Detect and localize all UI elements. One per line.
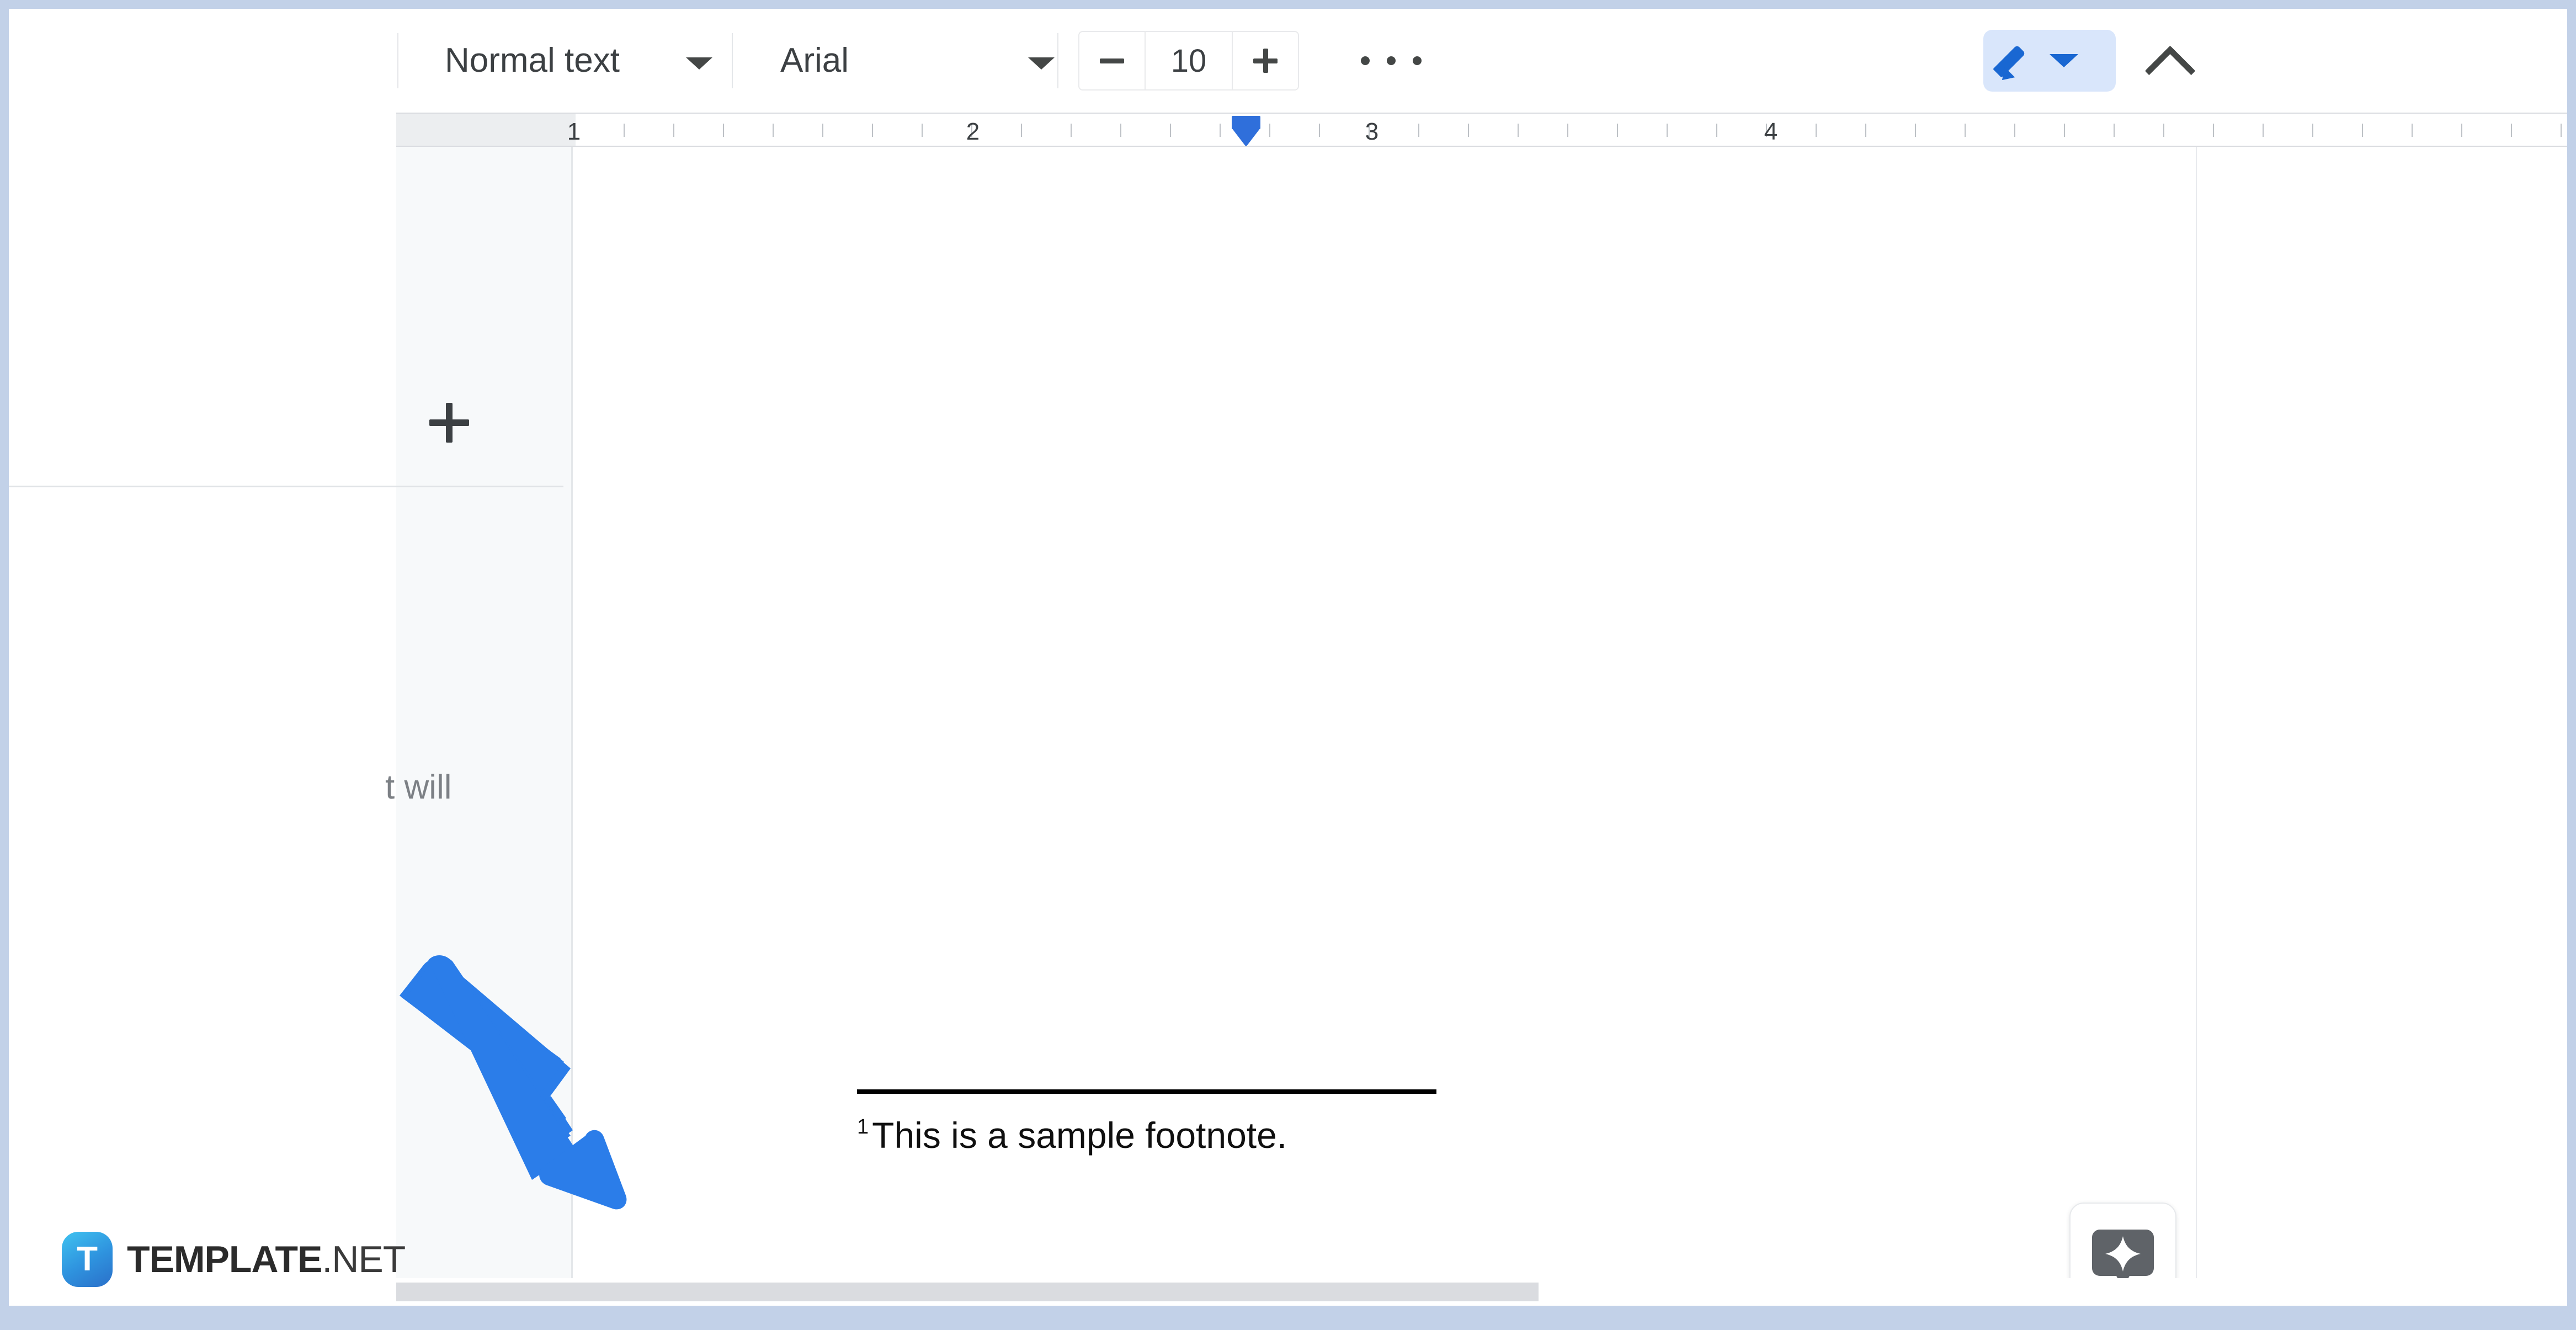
ruler-tick <box>673 124 674 137</box>
indent-marker-triangle <box>1232 128 1260 147</box>
font-size-stepper[interactable]: 10 <box>1078 31 1299 91</box>
ruler-tick <box>1170 124 1171 137</box>
footnote-body: This is a sample footnote. <box>872 1115 1287 1156</box>
horizontal-scrollbar[interactable] <box>396 1278 2567 1306</box>
chevron-down-icon[interactable] <box>686 57 712 70</box>
ruler-tick <box>773 124 774 137</box>
ruler-tick <box>1716 124 1717 137</box>
ruler-number: 3 <box>1365 118 1379 146</box>
outline-snippet-text: t will <box>385 768 452 807</box>
ruler-tick <box>922 124 923 137</box>
watermark-brand-tld: .NET <box>322 1238 405 1281</box>
toolbar-divider <box>397 33 398 88</box>
indent-marker-icon[interactable] <box>1227 114 1265 147</box>
ruler-tick <box>2511 124 2512 137</box>
toolbar-divider <box>732 33 733 88</box>
ruler-tick <box>2114 124 2115 137</box>
document-outline-panel: t will <box>396 147 573 1280</box>
ruler-tick <box>1567 124 1568 137</box>
footnote-text[interactable]: 1This is a sample footnote. <box>857 1114 1287 1156</box>
chevron-up-icon[interactable] <box>2144 43 2197 77</box>
watermark-letter: T <box>77 1242 98 1276</box>
template-net-watermark: T TEMPLATE .NET <box>62 1230 405 1289</box>
ruler-tick <box>2213 124 2214 137</box>
ruler-tick <box>723 124 724 137</box>
decrease-font-size-button[interactable] <box>1079 32 1145 89</box>
ruler-number: 1 <box>567 118 581 146</box>
ruler-tick <box>2014 124 2015 137</box>
edit-mode-button[interactable] <box>1983 30 2116 92</box>
ruler-tick <box>1667 124 1668 137</box>
ruler-tick <box>1915 124 1916 137</box>
plus-bar-vertical <box>446 403 453 443</box>
ruler-tick <box>1617 124 1618 137</box>
ruler-tick <box>872 124 873 137</box>
ruler-tick <box>2312 124 2313 137</box>
ruler-tick <box>2362 124 2363 137</box>
paragraph-style-select[interactable]: Normal text <box>445 41 620 80</box>
ruler-tick <box>1021 124 1022 137</box>
outline-divider <box>9 486 563 487</box>
ruler-tick <box>1468 124 1469 137</box>
toolbar: Normal text Arial 10 <box>9 9 2567 113</box>
toolbar-divider <box>1057 33 1058 88</box>
ruler-tick <box>1071 124 1072 137</box>
increase-font-size-button[interactable] <box>1233 32 1298 89</box>
ruler-tick <box>2561 124 2562 137</box>
horizontal-scrollbar-thumb[interactable] <box>396 1283 1539 1301</box>
ruler-tick <box>1816 124 1817 137</box>
ruler-tick <box>1269 124 1270 137</box>
template-net-logo-icon: T <box>62 1232 113 1287</box>
dot <box>1413 56 1422 65</box>
document-page[interactable]: 1This is a sample footnote. <box>574 147 2197 1280</box>
ruler-content-area <box>576 114 2567 146</box>
footnote-separator <box>857 1089 1436 1094</box>
pencil-icon <box>1983 30 2050 92</box>
ruler-tick <box>2163 124 2164 137</box>
font-family-select[interactable]: Arial <box>780 41 849 80</box>
ruler[interactable]: 1 2 3 4 <box>396 113 2567 147</box>
minus-icon <box>1100 58 1124 63</box>
watermark-brand-name: TEMPLATE <box>127 1238 322 1281</box>
font-size-input[interactable]: 10 <box>1145 32 1233 89</box>
font-size-value: 10 <box>1171 42 1207 79</box>
vertical-scrollbar[interactable] <box>2518 147 2543 1306</box>
ruler-tick <box>2064 124 2065 137</box>
indent-marker-bar <box>1232 116 1260 129</box>
ruler-tick <box>1120 124 1121 137</box>
chevron-down-icon[interactable] <box>2050 54 2078 67</box>
ruler-tick <box>822 124 823 137</box>
ruler-tick <box>1418 124 1419 137</box>
dot <box>1361 56 1370 65</box>
plus-icon-vertical <box>1263 49 1268 73</box>
dot <box>1387 56 1396 65</box>
app-window: Normal text Arial 10 <box>9 9 2567 1306</box>
chevron-down-icon[interactable] <box>1028 57 1055 70</box>
workspace: t will 1This is a sample footnote. <box>9 147 2567 1306</box>
screenshot-frame: Normal text Arial 10 <box>0 0 2576 1330</box>
ruler-tick <box>1319 124 1320 137</box>
more-horizontal-icon[interactable] <box>1361 47 1422 74</box>
ruler-tick <box>1865 124 1866 137</box>
ruler-tick <box>2461 124 2462 137</box>
ruler-tick <box>2412 124 2413 137</box>
ruler-number: 4 <box>1764 118 1777 146</box>
chevron-up-shape <box>2145 46 2196 97</box>
plus-icon[interactable] <box>423 396 476 449</box>
ruler-number: 2 <box>966 118 980 146</box>
ruler-tick <box>624 124 625 137</box>
footnote-marker: 1 <box>857 1115 869 1139</box>
ruler-tick <box>1220 124 1221 137</box>
ruler-tick <box>1518 124 1519 137</box>
ruler-tick <box>2263 124 2264 137</box>
ruler-tick <box>1965 124 1966 137</box>
